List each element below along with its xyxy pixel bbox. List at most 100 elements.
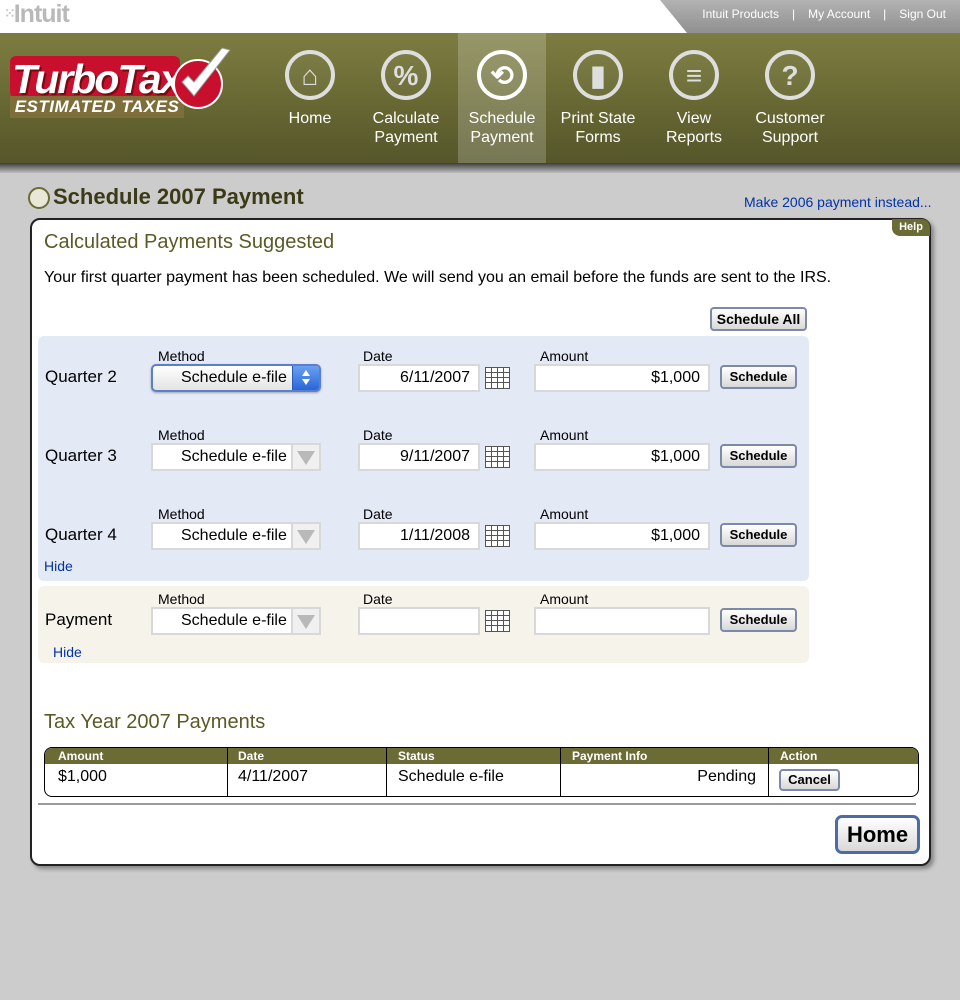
quarter-2-amount-input[interactable]: $1,000 — [534, 364, 710, 392]
estimated-taxes-label: ESTIMATED TAXES — [10, 96, 184, 118]
nav-label: Home — [288, 110, 332, 127]
nav-label: Schedule — [468, 110, 536, 127]
column-header-date: Date — [238, 749, 265, 763]
quarter-3-label: Quarter 3 — [45, 446, 117, 465]
quarter-3-date-input[interactable]: 9/11/2007 — [358, 443, 480, 471]
header-shadow — [0, 163, 960, 173]
quarter-4-method-select[interactable]: Schedule e-file — [151, 522, 321, 550]
page-title: Schedule 2007 Payment — [53, 184, 304, 209]
tax-year-payments-heading: Tax Year 2007 Payments — [44, 711, 266, 733]
info-message: Your first quarter payment has been sche… — [44, 269, 832, 286]
nav-label: Print State — [560, 110, 636, 127]
payment-schedule-button[interactable]: Schedule — [720, 608, 797, 632]
quarter-3-amount-input[interactable]: $1,000 — [534, 443, 710, 471]
dropdown-arrow-icon — [291, 445, 319, 469]
quarter-2-label: Quarter 2 — [45, 367, 117, 386]
nav-label: Reports — [665, 129, 723, 146]
nav-support[interactable]: ? Customer Support — [746, 33, 834, 163]
method-value: Schedule e-file — [181, 612, 287, 629]
quarter-2-date-input[interactable]: 6/11/2007 — [358, 364, 480, 392]
sign-out-link[interactable]: Sign Out — [899, 7, 946, 21]
nav-label: Payment — [470, 129, 534, 146]
schedule-all-button[interactable]: Schedule All — [710, 307, 807, 331]
column-divider — [768, 748, 769, 796]
calendar-icon[interactable] — [485, 525, 510, 547]
quarter-2-schedule-button[interactable]: Schedule — [720, 365, 797, 389]
nav-reports[interactable]: ≡ View Reports — [650, 33, 738, 163]
utility-links: Intuit Products | My Account | Sign Out — [702, 7, 946, 21]
question-icon: ? — [765, 50, 815, 100]
date-label: Date — [363, 348, 393, 364]
cell-payment-info: Pending — [697, 768, 756, 785]
dropdown-arrow-icon — [292, 366, 319, 390]
checkmark-logo-icon — [173, 47, 231, 109]
method-value: Schedule e-file — [181, 448, 287, 465]
quarter-3-schedule-button[interactable]: Schedule — [720, 444, 797, 468]
hide-quarters-link[interactable]: Hide — [44, 558, 73, 574]
home-button[interactable]: Home — [835, 815, 920, 854]
quarter-2-method-select[interactable]: Schedule e-file — [151, 364, 321, 392]
calendar-icon[interactable] — [485, 367, 510, 389]
amount-label: Amount — [540, 427, 589, 443]
cell-status: Schedule e-file — [398, 768, 504, 785]
calculated-payments-heading: Calculated Payments Suggested — [44, 231, 335, 253]
nav-label: Support — [761, 129, 819, 146]
dropdown-arrow-icon — [291, 524, 319, 548]
date-label: Date — [363, 506, 393, 522]
intuit-products-link[interactable]: Intuit Products — [702, 7, 779, 21]
dropdown-arrow-icon — [291, 609, 319, 633]
nav-label: Payment — [374, 129, 438, 146]
nav-schedule[interactable]: ⟲ Schedule Payment — [458, 33, 546, 163]
payment-label: Payment — [45, 610, 113, 629]
hide-payment-link[interactable]: Hide — [53, 644, 82, 660]
quarter-4-label: Quarter 4 — [45, 525, 117, 544]
column-divider — [560, 748, 561, 796]
column-header-status: Status — [398, 749, 435, 763]
column-header-action: Action — [780, 749, 818, 763]
nav-label: Calculate — [372, 110, 440, 127]
quarter-4-date-input[interactable]: 1/11/2008 — [358, 522, 480, 550]
make-2006-payment-link[interactable]: Make 2006 payment instead... — [744, 194, 932, 210]
cancel-button[interactable]: Cancel — [779, 769, 840, 791]
payment-method-select[interactable]: Schedule e-file — [151, 607, 321, 635]
list-icon: ≡ — [669, 50, 719, 100]
cell-amount: $1,000 — [58, 768, 107, 785]
column-divider — [386, 748, 387, 796]
quarter-3-method-select[interactable]: Schedule e-file — [151, 443, 321, 471]
nav-label: Forms — [575, 129, 621, 146]
method-label: Method — [158, 427, 205, 443]
payments-table: Amount Date Status Payment Info Action $… — [44, 747, 919, 797]
method-label: Method — [158, 506, 205, 522]
amount-label: Amount — [540, 348, 589, 364]
quarter-4-schedule-button[interactable]: Schedule — [720, 523, 797, 547]
quarter-4-amount-input[interactable]: $1,000 — [534, 522, 710, 550]
calendar-icon[interactable] — [485, 446, 510, 468]
payment-amount-input[interactable] — [534, 607, 710, 635]
column-divider — [227, 748, 228, 796]
column-header-amount: Amount — [58, 749, 104, 763]
method-label: Method — [158, 348, 205, 364]
nav-home[interactable]: ⌂ Home — [266, 33, 354, 163]
amount-label: Amount — [540, 591, 589, 607]
method-label: Method — [158, 591, 205, 607]
nav-label: View — [676, 110, 712, 127]
my-account-link[interactable]: My Account — [808, 7, 870, 21]
payment-date-input[interactable] — [358, 607, 480, 635]
home-icon: ⌂ — [285, 50, 335, 100]
nav-print-state[interactable]: ▮ Print State Forms — [554, 33, 642, 163]
calendar-icon[interactable] — [485, 610, 510, 632]
date-label: Date — [363, 591, 393, 607]
nav-label: Customer — [755, 110, 825, 127]
percent-icon: % — [381, 50, 431, 100]
cell-date: 4/11/2007 — [238, 768, 308, 785]
schedule-icon: ⟲ — [477, 50, 527, 100]
state-map-icon: ▮ — [573, 50, 623, 100]
divider — [38, 803, 916, 805]
nav-calculate[interactable]: % Calculate Payment — [362, 33, 450, 163]
column-header-payment-info: Payment Info — [572, 749, 648, 763]
help-button[interactable]: Help — [892, 219, 930, 236]
method-value: Schedule e-file — [181, 527, 287, 544]
intuit-logo: ⁙Intuit — [4, 0, 70, 28]
schedule-icon — [28, 187, 50, 209]
date-label: Date — [363, 427, 393, 443]
